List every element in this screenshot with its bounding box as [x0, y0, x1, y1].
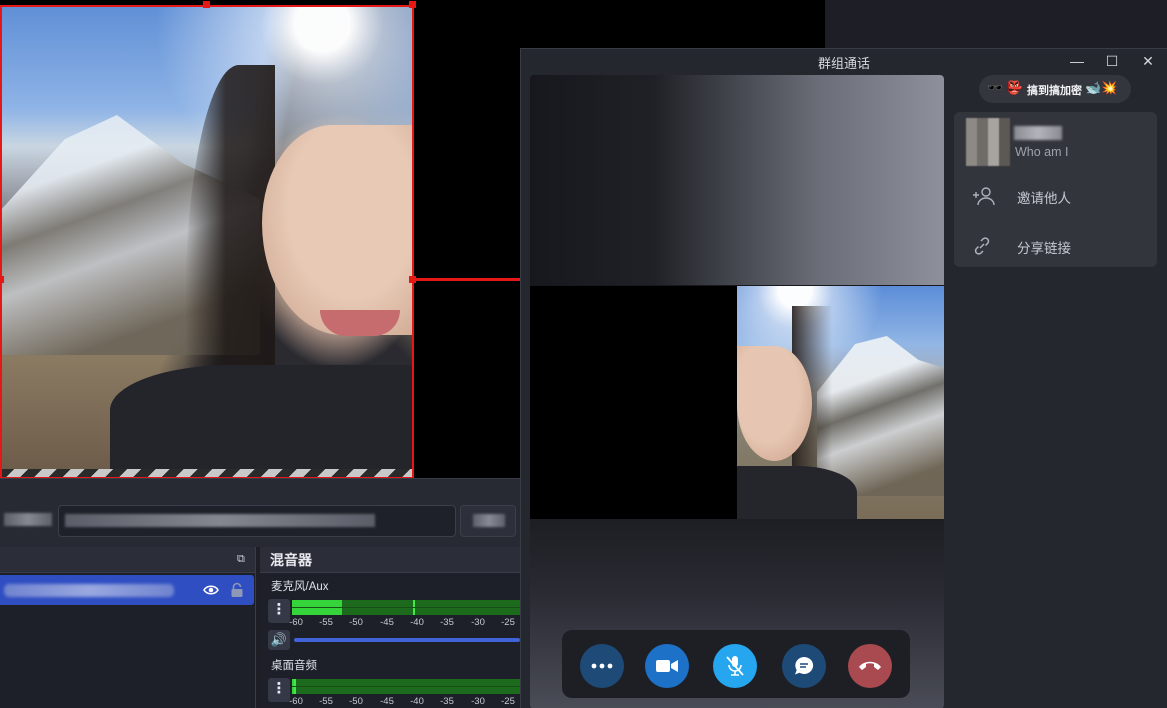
call-controls-bar	[562, 630, 910, 698]
camera-icon	[656, 659, 678, 673]
volume-slider[interactable]	[294, 638, 520, 642]
resize-handle-top[interactable]	[203, 1, 210, 8]
end-call-button[interactable]	[848, 644, 892, 688]
channel-name: 桌面音频	[271, 660, 317, 672]
meter-tick-label: -60	[289, 696, 303, 707]
audio-mixer-panel: 混音器 麦克风/Aux ⋮ -60 -55 -50 -45 -40 -35 -30 -25 🔊 桌面音…	[260, 547, 520, 708]
meter-tick-label: -35	[440, 696, 454, 707]
sources-panel: ⧉	[0, 547, 256, 708]
resize-handle-left[interactable]	[0, 276, 4, 283]
participants-panel: Who am I 邀请他人 分享链接	[954, 112, 1157, 267]
channel-menu-button[interactable]: ⋮	[268, 599, 290, 623]
minimize-button[interactable]: —	[1069, 53, 1085, 69]
lock-icon[interactable]	[230, 582, 244, 598]
user-status: Who am I	[1015, 145, 1069, 159]
maximize-button[interactable]: ☐	[1104, 53, 1120, 69]
invite-others-button[interactable]: 邀请他人	[972, 184, 1152, 208]
participant-name-pill[interactable]: 🕶️ 👺 搞到搞加密 🐋💥	[979, 75, 1131, 103]
channel-name: 麦克风/Aux	[271, 581, 329, 593]
add-person-icon	[972, 186, 996, 206]
meter-tick-label: -45	[380, 617, 394, 628]
share-link-label: 分享链接	[1017, 241, 1071, 256]
meter-tick-label: -50	[349, 617, 363, 628]
invite-others-label: 邀请他人	[1017, 191, 1071, 206]
obs-source-field[interactable]	[58, 505, 456, 537]
meter-tick-label: -25	[501, 696, 515, 707]
obs-top-area	[825, 0, 1167, 50]
mixer-channel: 桌面音频⋮-60-55-50-45-40-35-30-25⋮	[260, 657, 520, 708]
meter-tick-label: -55	[319, 617, 333, 628]
undock-icon[interactable]: ⧉	[237, 553, 249, 565]
redacted-label	[4, 513, 52, 526]
redacted-text	[65, 514, 375, 527]
camera-button[interactable]	[645, 644, 689, 688]
meter-tick-label: -30	[471, 696, 485, 707]
avatar[interactable]	[966, 118, 1010, 166]
redacted-source-name	[4, 584, 174, 597]
meter-tick-label: -35	[440, 617, 454, 628]
link-icon	[972, 236, 996, 256]
video-tile-top[interactable]	[530, 75, 944, 285]
name-suffix-emoji: 🐋💥	[1085, 80, 1118, 95]
redacted-user-name	[1014, 126, 1062, 140]
desktop: ⧉ 混音器 麦克风/Aux ⋮ -60 -55 -50 -45 -40 -35 -30 -25 🔊 桌…	[0, 0, 1167, 708]
channel-menu-button[interactable]: ⋮	[268, 678, 290, 702]
redacted-text	[473, 514, 505, 527]
meter-tick-label: -40	[410, 617, 424, 628]
video-tile-selfie[interactable]	[737, 286, 944, 519]
more-icon	[591, 663, 613, 669]
hangup-icon	[858, 660, 882, 672]
meter-tick-label: -30	[471, 617, 485, 628]
selection-guide-line	[413, 278, 525, 281]
resize-handle-top-right[interactable]	[409, 1, 416, 8]
meter-scale: -60 -55 -50 -45 -40 -35 -30 -25	[289, 617, 520, 631]
visibility-eye-icon[interactable]	[203, 582, 219, 598]
video-stage	[530, 75, 944, 708]
chat-button[interactable]	[782, 644, 826, 688]
participant-name: 搞到搞加密	[1027, 85, 1082, 97]
mixer-channel: 麦克风/Aux ⋮ -60 -55 -50 -45 -40 -35 -30 -25 🔊	[260, 578, 520, 656]
source-row-selected[interactable]	[0, 575, 254, 605]
chat-icon	[794, 656, 814, 676]
crop-hatch-bar	[0, 469, 413, 478]
camera-source-image[interactable]	[0, 5, 413, 478]
mic-off-icon	[725, 655, 745, 677]
mute-button[interactable]	[713, 644, 757, 688]
meter-tick-label: -45	[380, 696, 394, 707]
volume-meter	[292, 679, 520, 694]
meter-tick-label: -25	[501, 617, 515, 628]
close-button[interactable]: ✕	[1140, 53, 1156, 69]
meter-tick-label: -60	[289, 617, 303, 628]
meter-scale: -60 -55 -50 -45 -40 -35 -30 -25	[289, 696, 520, 708]
obs-source-toolbar	[0, 478, 520, 547]
mixer-title: 混音器	[260, 547, 520, 573]
more-button[interactable]	[580, 644, 624, 688]
name-prefix-emoji: 🕶️ 👺	[987, 80, 1023, 95]
group-call-window: 群组通话 — ☐ ✕ 🕶️ 👺 搞到搞加密 🐋💥 Who am I 邀请他人 分…	[520, 48, 1167, 708]
video-tile-empty[interactable]	[530, 286, 737, 519]
share-link-button[interactable]: 分享链接	[972, 234, 1152, 258]
speaker-icon[interactable]: 🔊	[268, 630, 290, 650]
volume-meter	[292, 600, 520, 615]
meter-tick-label: -50	[349, 696, 363, 707]
obs-properties-button[interactable]	[460, 505, 516, 537]
meter-tick-label: -55	[319, 696, 333, 707]
sources-panel-header: ⧉	[0, 547, 255, 573]
meter-tick-label: -40	[410, 696, 424, 707]
